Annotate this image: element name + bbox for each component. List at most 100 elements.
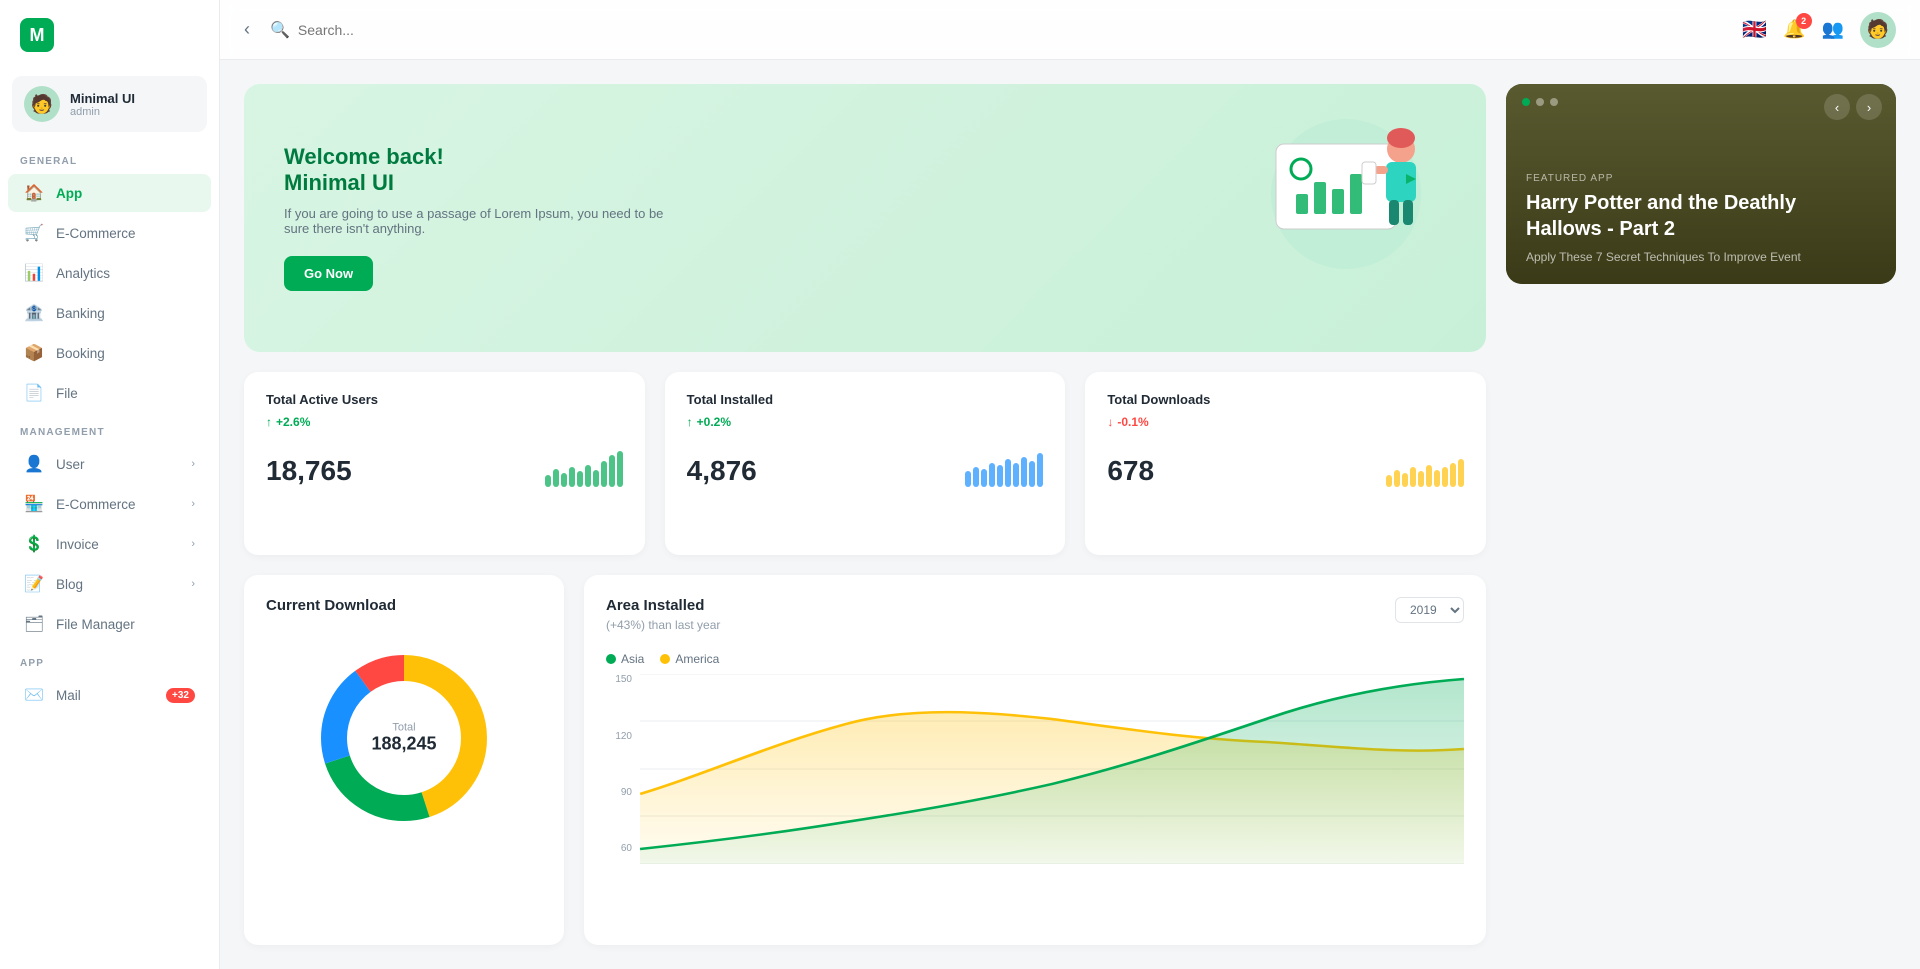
featured-next-button[interactable]: › [1856,94,1882,120]
legend-america: America [660,652,719,666]
sidebar-item-label: App [56,186,82,201]
donut-chart: Total 188,245 [304,638,504,838]
chevron-icon: › [191,458,195,470]
stat-label: Total Active Users [266,392,623,407]
y-label: 90 [606,787,632,798]
search-input[interactable] [298,22,478,38]
chevron-icon: › [191,578,195,590]
stat-change: ↑ +0.2% [687,415,1044,429]
current-download-card: Current Download [244,575,564,945]
sidebar-item-ecommerce[interactable]: 🛒 E-Commerce [8,214,211,252]
area-chart-subtitle: (+43%) than last year [606,618,720,632]
avatar: 🧑 [24,86,60,122]
stat-installed: Total Installed ↑ +0.2% 4,876 [665,372,1066,556]
charts-section: Current Download [244,575,1486,945]
banking-icon: 🏦 [24,303,44,323]
user-card[interactable]: 🧑 Minimal UI admin [12,76,207,132]
slide-indicators [1522,98,1558,106]
legend-america-label: America [675,652,719,666]
dot-2 [1536,98,1544,106]
sidebar-item-label: E-Commerce [56,226,136,241]
invoice-icon: 💲 [24,534,44,554]
legend-asia-label: Asia [621,652,644,666]
dot-1 [1522,98,1530,106]
sidebar-item-label: User [56,457,85,472]
chevron-icon: › [191,538,195,550]
chart-legend: Asia America [606,652,1464,666]
sidebar: M 🧑 Minimal UI admin GENERAL 🏠 App 🛒 E-C… [0,0,220,969]
sidebar-item-label: Banking [56,306,105,321]
featured-navigation: ‹ › [1824,94,1882,120]
welcome-illustration [1246,94,1446,274]
trend-up-icon: ↑ [266,415,272,429]
stat-change-value: +2.6% [276,415,310,429]
search-icon: 🔍 [270,20,290,40]
stat-downloads: Total Downloads ↓ -0.1% 678 [1085,372,1486,556]
content-area: Welcome back! Minimal UI If you are goin… [220,60,1920,969]
featured-content: FEATURED APP Harry Potter and the Deathl… [1526,173,1876,264]
go-now-button[interactable]: Go Now [284,256,373,291]
stat-label: Total Downloads [1107,392,1464,407]
sidebar-item-booking[interactable]: 📦 Booking [8,334,211,372]
america-dot [660,654,670,664]
app-icon: 🏠 [24,183,44,203]
sidebar-item-user[interactable]: 👤 User › [8,445,211,483]
welcome-banner: Welcome back! Minimal UI If you are goin… [244,84,1486,352]
sidebar-item-banking[interactable]: 🏦 Banking [8,294,211,332]
ecommerce-icon: 🛒 [24,223,44,243]
section-general: GENERAL [0,142,219,173]
area-chart-container: 150 120 90 60 [606,674,1464,874]
year-select[interactable]: 2019 2020 2021 [1395,597,1464,623]
legend-asia: Asia [606,652,644,666]
main-area: ‹ 🔍 🇬🇧 🔔 2 👥 🧑 Welcome back! Minimal UI [220,0,1920,969]
welcome-description: If you are going to use a passage of Lor… [284,206,664,236]
trend-down-icon: ↓ [1107,415,1113,429]
collapse-button[interactable]: ‹ [244,19,250,40]
contacts-icon[interactable]: 👥 [1822,19,1844,40]
stats-row: Total Active Users ↑ +2.6% 18,765 [244,372,1486,556]
folder-icon: 🗂 [24,614,44,634]
trend-up-icon: ↑ [687,415,693,429]
sidebar-item-label: File Manager [56,617,135,632]
stat-label: Total Installed [687,392,1044,407]
y-label: 60 [606,843,632,854]
featured-card: ‹ › FEATURED APP Harry Potter and the De… [1506,84,1896,284]
sidebar-item-label: Invoice [56,537,99,552]
area-installed-card: Area Installed (+43%) than last year 201… [584,575,1486,945]
stat-chart [965,447,1043,487]
area-svg [640,674,1464,864]
notifications-button[interactable]: 🔔 2 [1783,19,1805,40]
sidebar-item-invoice[interactable]: 💲 Invoice › [8,525,211,563]
featured-description: Apply These 7 Secret Techniques To Impro… [1526,250,1876,264]
user-avatar-topbar[interactable]: 🧑 [1860,12,1896,48]
sidebar-item-file[interactable]: 📄 File [8,374,211,412]
sidebar-item-filemanager[interactable]: 🗂 File Manager [8,605,211,643]
language-flag[interactable]: 🇬🇧 [1742,17,1767,42]
area-chart-title: Area Installed [606,597,720,614]
download-card-title: Current Download [266,597,542,614]
sidebar-item-mail[interactable]: ✉️ Mail +32 [8,676,211,714]
sidebar-item-label: Analytics [56,266,110,281]
area-chart-header: Area Installed (+43%) than last year 201… [606,597,1464,648]
sidebar-item-app[interactable]: 🏠 App [8,174,211,212]
user-icon: 👤 [24,454,44,474]
sidebar-item-label: Blog [56,577,83,592]
featured-label: FEATURED APP [1526,173,1876,184]
stat-change: ↑ +2.6% [266,415,623,429]
donut-chart-wrapper: Total 188,245 [266,618,542,858]
stat-chart [545,447,623,487]
sidebar-item-ecommerce-mgmt[interactable]: 🏪 E-Commerce › [8,485,211,523]
stat-change: ↓ -0.1% [1107,415,1464,429]
sidebar-item-blog[interactable]: 📝 Blog › [8,565,211,603]
sidebar-item-label: Booking [56,346,105,361]
y-label: 120 [606,731,632,742]
file-icon: 📄 [24,383,44,403]
store-icon: 🏪 [24,494,44,514]
mail-badge: +32 [166,688,195,703]
sidebar-item-label: E-Commerce [56,497,136,512]
sidebar-item-analytics[interactable]: 📊 Analytics [8,254,211,292]
notification-badge: 2 [1796,13,1812,29]
sidebar-item-label: File [56,386,78,401]
topbar: ‹ 🔍 🇬🇧 🔔 2 👥 🧑 [220,0,1920,60]
featured-prev-button[interactable]: ‹ [1824,94,1850,120]
